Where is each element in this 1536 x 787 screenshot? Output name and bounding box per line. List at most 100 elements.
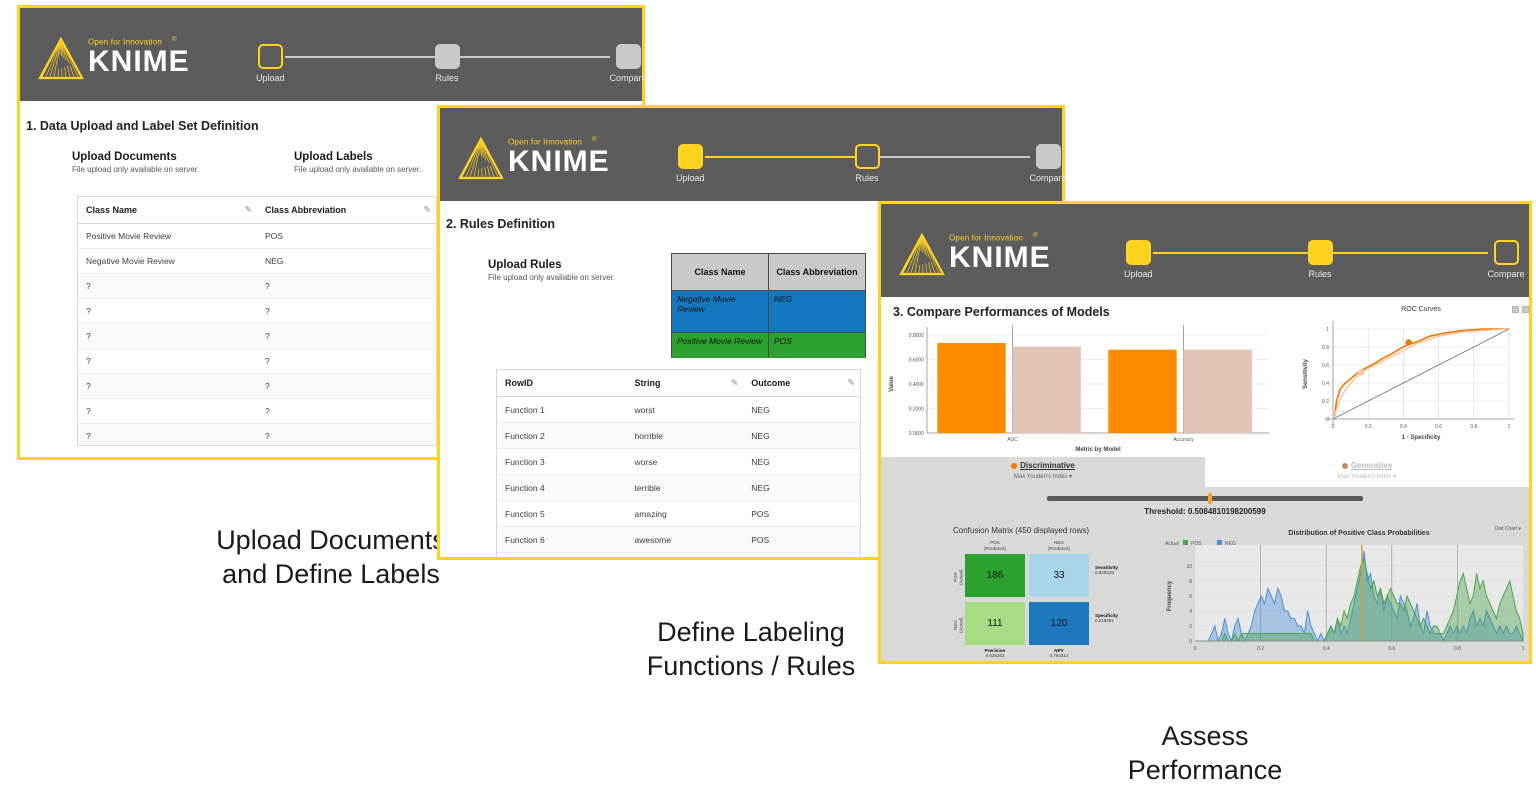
svg-text:POS: POS [1191,541,1202,547]
svg-text:0.8: 0.8 [1322,345,1329,351]
step-compare-1[interactable]: Compare [610,44,647,83]
cell-class-abbrev: ? [257,323,436,349]
table-row[interactable]: Positive Movie Review POS [78,223,436,249]
cm-metric-npv: NPV 0.784314 [1029,648,1089,659]
class-legend-table-wrapper: Class Name Class Abbreviation Negative M… [671,253,866,358]
tab-generative[interactable]: Generative Max Youden's Index ▾ [1205,457,1529,487]
knime-header-2: Open for Innovation ® KNIME Upload Rules … [440,108,1067,201]
table-row[interactable]: Function 1 worst NEG [497,396,860,423]
step-node-compare-1[interactable] [615,44,641,69]
step-node-rules-3[interactable] [1307,240,1333,265]
edit-pencil-icon[interactable]: ✎ [244,205,252,216]
step-upload-1[interactable]: Upload [256,44,285,83]
tab-discriminative-sub[interactable]: Max Youden's Index ▾ [881,473,1205,480]
table-row[interactable]: Positive Movie Review POS [671,332,866,358]
svg-text:1 - Specificity: 1 - Specificity [1402,435,1441,441]
svg-text:2: 2 [1189,624,1192,630]
col-class-name: Class Name [671,253,769,291]
knime-logo-1: Open for Innovation ® KNIME [38,36,190,82]
step-rules-2[interactable]: Rules [854,144,880,183]
col-class-name[interactable]: Class Name ✎ [78,197,257,224]
table-row[interactable]: Function 2 horrible NEG [497,422,860,449]
table-row[interactable]: Function 5 amazing POS [497,500,860,527]
cell-class-abbrev: ? [257,273,436,299]
metrics-band: Confusion Matrix (450 displayed rows) Di… [881,521,1529,661]
table-header-row: RowID String ✎ Outcome ✎ [497,370,860,397]
step-node-upload-3[interactable] [1125,240,1151,265]
table-row[interactable]: ?? [78,298,436,324]
knime-logo-icon [899,232,945,276]
cell-rowid: Function 6 [497,526,627,553]
table-row[interactable]: Function 6 awesome POS [497,526,860,553]
cm-cell-fn[interactable]: 33 [1029,554,1089,597]
cell-string: worst [626,396,744,423]
threshold-slider-handle[interactable] [1208,493,1212,504]
col-string[interactable]: String ✎ [626,370,744,397]
cell-class-abbrev: POS [257,223,436,249]
edit-pencil-icon[interactable]: ✎ [423,205,431,216]
registered-mark-3: ® [1033,233,1038,239]
cell-string: horrible [626,422,744,449]
table-row[interactable]: Negative Movie Review NEG [671,290,866,333]
table-row[interactable]: ?? [78,323,436,349]
cell-class-abbrev: NEG [257,248,436,274]
svg-text:0.2000: 0.2000 [909,407,925,413]
svg-text:0.4: 0.4 [1322,381,1329,387]
roc-menu-icon[interactable] [1522,306,1529,313]
step-rules-1[interactable]: Rules [434,44,460,83]
table-row[interactable]: ?? [78,398,436,424]
step-upload-3[interactable]: Upload [1124,240,1153,279]
cell-class-name: Negative Movie Review [78,248,257,274]
table-row[interactable]: Function 4 terrible NEG [497,474,860,501]
edit-pencil-icon[interactable]: ✎ [731,378,739,389]
table-row[interactable]: ?? [78,373,436,399]
class-legend-table: Class Name Class Abbreviation Negative M… [671,253,866,358]
table-header-row: Class Name Class Abbreviation [671,253,866,291]
cm-cell-fp[interactable]: 111 [965,602,1025,645]
upload-documents-title: Upload Documents [72,151,177,163]
col-rowid[interactable]: RowID [497,370,627,397]
cell-class-abbrev: POS [768,332,866,358]
table-row[interactable] [497,552,860,557]
col-class-abbrev[interactable]: Class Abbreviation ✎ [257,197,436,224]
step-node-rules-2[interactable] [854,144,880,169]
cell-string [626,552,744,557]
step-node-upload-1[interactable] [257,44,283,69]
cell-class-name: ? [78,423,257,445]
step-node-rules-1[interactable] [434,44,460,69]
cm-cell-tn[interactable]: 120 [1029,602,1089,645]
edit-pencil-icon[interactable]: ✎ [847,378,855,389]
threshold-slider-track[interactable] [1047,496,1363,501]
step-node-upload-2[interactable] [677,144,703,169]
step-upload-2[interactable]: Upload [676,144,705,183]
table-row[interactable]: ?? [78,273,436,299]
step-node-compare-2[interactable] [1035,144,1061,169]
registered-mark-2: ® [592,137,597,143]
step-compare-2[interactable]: Compare [1030,144,1067,183]
tab-generative-sub[interactable]: Max Youden's Index ▾ [1205,473,1529,480]
table-row[interactable]: ?? [78,348,436,374]
cm-cell-tp[interactable]: 186 [965,554,1025,597]
cell-class-name: ? [78,273,257,299]
threshold-label: Threshold: 0.5084810198200599 [1144,507,1266,516]
col-outcome[interactable]: Outcome ✎ [743,370,860,397]
tab-discriminative[interactable]: Discriminative Max Youden's Index ▾ [881,457,1205,487]
col-class-abbrev: Class Abbreviation [768,253,866,291]
step-node-compare-3[interactable] [1493,240,1519,265]
step-rules-3[interactable]: Rules [1307,240,1333,279]
cell-outcome: NEG [743,422,860,449]
step-compare-3[interactable]: Compare [1488,240,1525,279]
svg-text:NEG: NEG [1225,541,1236,547]
table-row[interactable]: Function 3 worse NEG [497,448,860,475]
svg-text:Value: Value [889,376,895,392]
panel3-caption-text: Assess Performance [1127,720,1283,785]
cell-rowid: Function 3 [497,448,627,475]
roc-chart-svg: ROC Curves0 0.2 0.4 0.6 0.8 100.20.40.60.811 … [1303,306,1515,441]
cell-class-abbrev: ? [257,348,436,374]
table-row[interactable]: ?? [78,423,436,445]
cell-outcome: NEG [743,396,860,423]
svg-text:1: 1 [1326,327,1329,333]
table-row[interactable]: Negative Movie Review NEG [78,248,436,274]
roc-maximize-icon[interactable] [1512,306,1519,313]
upload-labels-block: Upload Labels File upload only available… [294,151,421,174]
